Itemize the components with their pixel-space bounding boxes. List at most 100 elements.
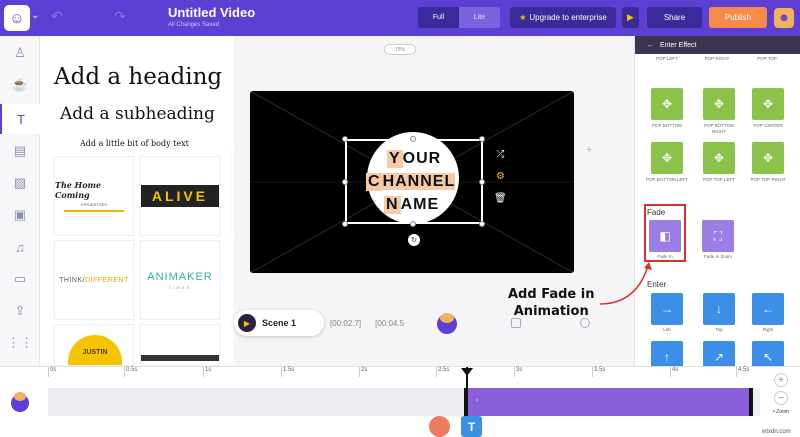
- template-alive[interactable]: ALIVE: [140, 156, 220, 236]
- template-justin-title: JUSTIN: [68, 335, 122, 365]
- stage-canvas[interactable]: Y OUR C HANNEL N AME ⤮ ⚙ 🗑 ↻: [250, 91, 574, 273]
- preview-play-button[interactable]: ▶: [622, 7, 639, 28]
- effect-pop-top-right[interactable]: ✥: [752, 142, 784, 174]
- zoom-in-button[interactable]: +: [774, 373, 788, 387]
- resize-handle[interactable]: [410, 221, 416, 227]
- add-scene-plus-icon[interactable]: +: [586, 144, 592, 156]
- stage-text-line-3[interactable]: N AME: [384, 196, 439, 214]
- tick-label: 2.5s: [435, 367, 450, 377]
- effect-label: Left: [663, 327, 671, 332]
- add-body-text[interactable]: Add a little bit of body text: [80, 139, 189, 148]
- template-animaker-times[interactable]: ANIMAKER TIMES: [140, 240, 220, 320]
- timeline-clip[interactable]: ›: [464, 388, 753, 416]
- background-icon[interactable]: ▤: [0, 136, 40, 166]
- element-tools: ⤮ ⚙ 🗑: [494, 149, 507, 204]
- back-arrow-icon[interactable]: ←: [647, 42, 654, 49]
- template-home-coming-sub: #TRUESTORY: [80, 202, 108, 207]
- effect-pop-top-left[interactable]: ✥: [703, 142, 735, 174]
- resize-handle[interactable]: [342, 221, 348, 227]
- effect-pop-bottom-left[interactable]: ✥: [651, 142, 683, 174]
- effect-enter-bottom-right[interactable]: ↖: [752, 341, 784, 366]
- scene-selector[interactable]: ▶ Scene 1: [234, 310, 324, 336]
- initial-c: C: [366, 173, 383, 191]
- zoom-label-text: Zoom: [776, 409, 789, 415]
- watermark: wtxdn.com: [762, 429, 791, 435]
- callout-line-1: Add Fade in: [508, 287, 595, 302]
- template-think-different[interactable]: THINK/DIFFERENT: [54, 240, 134, 320]
- more-icon[interactable]: ⋮⋮: [0, 328, 40, 358]
- effects-header[interactable]: ← Enter Effect: [635, 36, 800, 54]
- top-bar: ☺ ⌄ ↶ ↷ Untitled Video All Changes Saved…: [0, 0, 800, 36]
- rotate-handle-icon[interactable]: ↻: [408, 234, 420, 246]
- mode-full[interactable]: Full: [418, 7, 459, 28]
- props-icon[interactable]: ☕: [0, 70, 40, 100]
- effect-enter-top[interactable]: ↓: [703, 293, 735, 325]
- tick-label: 0s: [47, 367, 57, 377]
- flip-icon[interactable]: ⤮: [496, 149, 504, 160]
- redo-icon[interactable]: ↷: [114, 8, 126, 25]
- effect-fade-in-zoom[interactable]: ⛶: [702, 220, 734, 252]
- share-button[interactable]: Share: [647, 7, 702, 28]
- playhead-marker-icon[interactable]: [461, 368, 473, 376]
- effects-icon[interactable]: ▭: [0, 264, 40, 294]
- add-heading[interactable]: Add a heading: [54, 64, 222, 90]
- timeline-text-item[interactable]: T: [461, 416, 482, 437]
- scene-times: [00:02.7] [00:04.5: [330, 319, 404, 328]
- stage-text-rest-1: OUR: [402, 150, 442, 167]
- zoom-out-button[interactable]: −: [774, 391, 788, 405]
- video-icon[interactable]: ▣: [0, 200, 40, 230]
- clip-handle-icon[interactable]: ›: [476, 397, 478, 404]
- character-icon[interactable]: ♙: [0, 38, 40, 68]
- tick-label: 3.5s: [591, 367, 606, 377]
- zoom-dropdown[interactable]: 75%: [384, 44, 416, 55]
- time-ruler[interactable]: 0s 0.5s 1s 1.5s 2s 2.5s 3s 3.5s 4s 4.5s: [47, 367, 760, 381]
- delete-icon[interactable]: 🗑: [494, 193, 507, 204]
- left-rail: ♙ ☕ T ▤ ▨ ▣ ♫ ▭ ⇪ ⋮⋮: [0, 36, 40, 366]
- effect-label: Right: [762, 327, 774, 332]
- resize-handle[interactable]: [342, 179, 348, 185]
- add-subheading[interactable]: Add a subheading: [60, 104, 215, 124]
- stage-text-line-1[interactable]: Y OUR: [387, 150, 441, 168]
- music-icon[interactable]: ♫: [0, 232, 40, 262]
- effect-fade-in[interactable]: ◧: [649, 220, 681, 252]
- stage-text-line-2[interactable]: C HANNEL: [366, 173, 456, 191]
- effect-pop-center[interactable]: ✥: [752, 88, 784, 120]
- timeline: 0s 0.5s 1s 1.5s 2s 2.5s 3s 3.5s 4s 4.5s …: [0, 366, 800, 437]
- stage-text-rest-3: AME: [400, 196, 440, 213]
- chevron-down-icon[interactable]: ⌄: [31, 10, 39, 21]
- resize-handle[interactable]: [342, 136, 348, 142]
- template-justin[interactable]: JUSTIN: [54, 324, 134, 366]
- template-think-b: DIFFERENT: [85, 276, 129, 284]
- template-home-coming[interactable]: The Home Coming #TRUESTORY: [54, 156, 134, 236]
- timeline-shape-item[interactable]: [429, 416, 450, 437]
- stage-text-rest-2: HANNEL: [382, 173, 456, 190]
- resize-handle[interactable]: [479, 136, 485, 142]
- zoom-label: • Zoom: [773, 409, 789, 415]
- user-avatar[interactable]: ☻: [774, 8, 794, 28]
- mode-lite[interactable]: Lite: [459, 7, 500, 28]
- app-logo-icon[interactable]: ☺: [4, 5, 30, 31]
- template-dark[interactable]: [140, 324, 220, 366]
- project-title[interactable]: Untitled Video: [168, 5, 255, 20]
- publish-button[interactable]: Publish: [709, 7, 767, 28]
- resize-handle[interactable]: [479, 221, 485, 227]
- mode-toggle[interactable]: Full Lite: [418, 7, 500, 28]
- effect-label: POP BOTTOM RIGHT: [704, 123, 734, 134]
- resize-handle[interactable]: [410, 136, 416, 142]
- upgrade-button[interactable]: ★ Upgrade to enterprise: [510, 7, 616, 28]
- effect-enter-bottom-left[interactable]: ↗: [703, 341, 735, 366]
- text-icon[interactable]: T: [0, 104, 40, 134]
- effect-label: POP BOTTOM: [652, 123, 682, 128]
- upload-icon[interactable]: ⇪: [0, 296, 40, 326]
- effect-enter-right[interactable]: ←: [752, 293, 784, 325]
- resize-handle[interactable]: [479, 179, 485, 185]
- template-animaker-sub: TIMES: [168, 284, 192, 290]
- tick-label: 3s: [513, 367, 523, 377]
- image-icon[interactable]: ▨: [0, 168, 40, 198]
- effect-pop-bottom-right[interactable]: ✥: [703, 88, 735, 120]
- scene-play-icon[interactable]: ▶: [238, 314, 256, 332]
- undo-icon[interactable]: ↶: [51, 8, 63, 25]
- gear-icon[interactable]: ⚙: [496, 171, 505, 182]
- effect-pop-bottom[interactable]: ✥: [651, 88, 683, 120]
- effect-enter-bottom[interactable]: ↑: [651, 341, 683, 366]
